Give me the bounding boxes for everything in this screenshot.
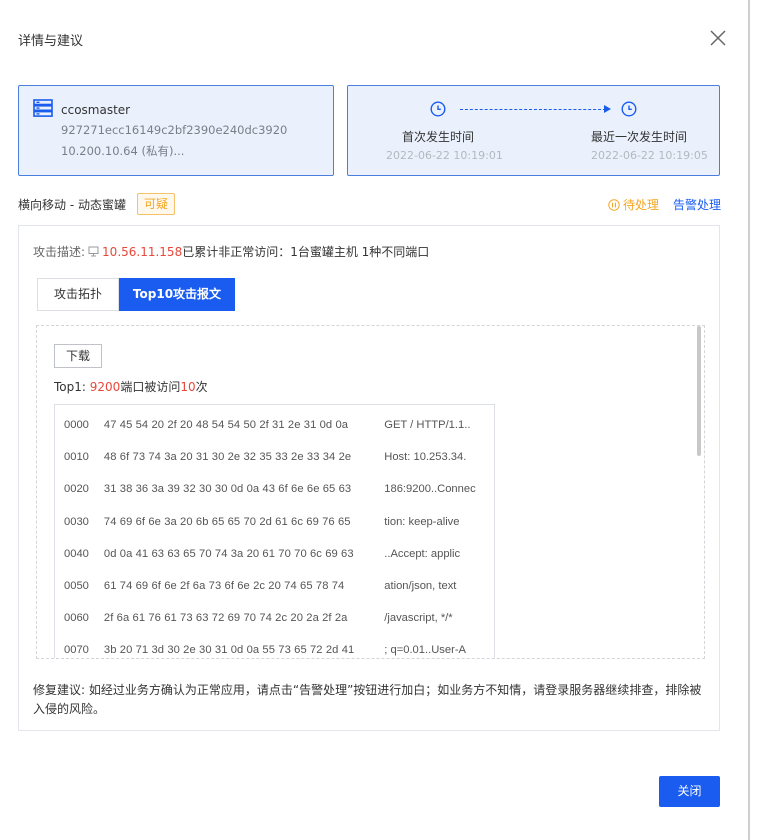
close-icon[interactable]: [708, 28, 728, 48]
fix-text: 如经过业务方确认为正常应用，请点击“告警处理”按钮进行加白；如业务方不知情，请登…: [33, 683, 702, 716]
hex-row: 0010 48 6f 73 74 3a 20 31 30 2e 32 35 33 …: [55, 441, 494, 473]
hex-offset: 0060: [64, 612, 89, 625]
device-icon: [88, 246, 99, 257]
hex-row: 0060 2f 6a 61 76 61 73 63 72 69 70 74 2c …: [55, 602, 494, 634]
hex-bytes: 3b 20 71 3d 30 2e 30 31 0d 0a 55 73 65 7…: [103, 644, 355, 657]
hex-bytes: 2f 6a 61 76 61 73 63 72 69 70 74 2c 20 2…: [103, 612, 348, 625]
status-text: 待处理: [623, 198, 660, 212]
tab-top10-packets[interactable]: Top10攻击报文: [119, 278, 235, 311]
port-number: 9200: [89, 380, 121, 394]
host-ip: 10.200.10.64 (私有)...: [61, 144, 185, 158]
hex-ascii: ation/json, text: [384, 580, 457, 593]
close-button[interactable]: 关闭: [659, 776, 720, 807]
status-indicator: 待处理: [608, 196, 659, 213]
hex-offset: 0030: [64, 515, 89, 528]
host-id: 927271ecc16149c2bf2390e240dc3920: [61, 123, 288, 137]
detail-panel: 攻击描述: 10.56.11.158 已累计非正常访问：1台蜜罐主机 1种不同端…: [18, 225, 720, 731]
hex-offset: 0000: [64, 419, 89, 432]
hex-dump: 0000 47 45 54 20 2f 20 48 54 54 50 2f 31 …: [54, 404, 495, 658]
dialog-title: 详情与建议: [18, 34, 84, 49]
first-time-value: 2022-06-22 10:19:01: [386, 149, 503, 162]
severity-badge: 可疑: [137, 193, 176, 215]
hex-ascii: /javascript, */*: [384, 612, 453, 625]
hex-ascii: GET / HTTP/1.1..: [384, 419, 471, 432]
hex-row: 0050 61 74 69 6f 6e 2f 6a 73 6f 6e 2c 20 …: [55, 570, 494, 602]
alert-handle-link[interactable]: 告警处理: [673, 196, 721, 213]
alert-detail-dialog: 详情与建议 ccosmaster 927271ecc16149c2bf2390e…: [0, 0, 748, 840]
hex-row: 0070 3b 20 71 3d 30 2e 30 31 0d 0a 55 73 …: [55, 634, 494, 658]
hex-bytes: 47 45 54 20 2f 20 48 54 54 50 2f 31 2e 3…: [103, 419, 349, 432]
timeline-arrow: [604, 105, 611, 113]
server-icon: [33, 99, 53, 117]
hex-row: 0000 47 45 54 20 2f 20 48 54 54 50 2f 31 …: [55, 409, 494, 441]
hex-row: 0040 0d 0a 41 63 63 65 70 74 3a 20 61 70 …: [55, 538, 494, 570]
fix-suggestion: 修复建议: 如经过业务方确认为正常应用，请点击“告警处理”按钮进行加白；如业务方…: [33, 681, 713, 719]
packet-container: 下载 Top1: 9200端口被访问10次 0000 47 45 54 20 2f…: [36, 325, 705, 659]
host-name: ccosmaster: [61, 103, 131, 117]
hex-ascii: ..Accept: applic: [384, 547, 461, 560]
hex-offset: 0040: [64, 547, 89, 560]
pause-circle-icon: [608, 198, 620, 211]
hex-offset: 0050: [64, 580, 89, 593]
last-time-value: 2022-06-22 10:19:05: [591, 149, 708, 162]
hex-offset: 0020: [64, 483, 89, 496]
desc-text: 已累计非正常访问：1台蜜罐主机 1种不同端口: [182, 245, 430, 259]
window-edge: [748, 0, 750, 840]
download-button[interactable]: 下载: [54, 344, 102, 368]
hex-ascii: 186:9200..Connec: [384, 483, 476, 496]
fix-label: 修复建议:: [33, 683, 86, 697]
hex-ascii: ; q=0.01..User-A: [384, 644, 467, 657]
timeline-connector: [460, 109, 606, 110]
hex-offset: 0010: [64, 451, 89, 464]
top1-suffix: 次: [195, 380, 208, 394]
hex-row: 0030 74 69 6f 6e 3a 20 6b 65 65 70 2d 61 …: [55, 506, 494, 538]
clock-icon: [430, 101, 446, 117]
time-card: 首次发生时间 最近一次发生时间 2022-06-22 10:19:01 2022…: [347, 85, 720, 176]
tab-attack-topology[interactable]: 攻击拓扑: [37, 278, 119, 311]
hex-bytes: 31 38 36 3a 39 32 30 30 0d 0a 43 6f 6e 6…: [103, 483, 352, 496]
last-time-label: 最近一次发生时间: [591, 130, 688, 144]
hex-offset: 0070: [64, 644, 89, 657]
source-ip: 10.56.11.158: [102, 244, 183, 259]
top1-prefix: Top1:: [54, 380, 86, 394]
tab-bar: 攻击拓扑 Top10攻击报文: [37, 278, 235, 311]
top1-summary: Top1: 9200端口被访问10次: [54, 378, 208, 395]
hex-bytes: 48 6f 73 74 3a 20 31 30 2e 32 35 33 2e 3…: [103, 451, 352, 464]
first-time-label: 首次发生时间: [402, 130, 475, 144]
clock-icon: [621, 101, 637, 117]
hex-row: 0020 31 38 36 3a 39 32 30 30 0d 0a 43 6f …: [55, 473, 494, 505]
hex-ascii: Host: 10.253.34.: [384, 451, 467, 464]
hex-bytes: 0d 0a 41 63 63 65 70 74 3a 20 61 70 70 6…: [103, 547, 354, 560]
hex-ascii: tion: keep-alive: [384, 515, 460, 528]
hex-bytes: 74 69 6f 6e 3a 20 6b 65 65 70 2d 61 6c 6…: [103, 515, 351, 528]
top1-mid: 端口被访问: [120, 380, 181, 394]
hit-count: 10: [180, 380, 196, 394]
desc-label: 攻击描述:: [33, 245, 86, 259]
host-card: ccosmaster 927271ecc16149c2bf2390e240dc3…: [18, 85, 334, 176]
scrollbar[interactable]: [697, 326, 701, 456]
attack-description: 攻击描述: 10.56.11.158 已累计非正常访问：1台蜜罐主机 1种不同端…: [33, 243, 429, 260]
alert-category: 横向移动 - 动态蜜罐: [18, 198, 126, 212]
hex-bytes: 61 74 69 6f 6e 2f 6a 73 6f 6e 2c 20 74 6…: [103, 580, 345, 593]
